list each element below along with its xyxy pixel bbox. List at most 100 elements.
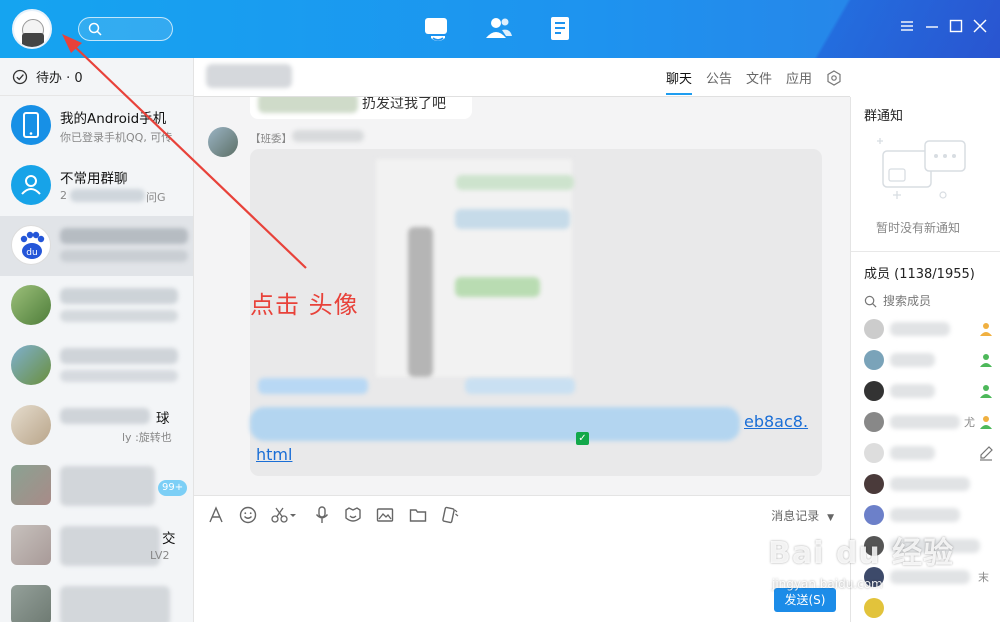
verified-icon: ✓: [576, 432, 589, 445]
search-icon: [88, 22, 102, 36]
member-row[interactable]: [864, 350, 994, 372]
avatar: [11, 585, 51, 622]
member-search-input[interactable]: 搜索成员: [864, 292, 931, 309]
contacts-icon[interactable]: [484, 14, 514, 44]
profile-avatar[interactable]: [12, 9, 52, 49]
member-row[interactable]: 尤: [864, 412, 994, 434]
redacted-preview-image: [376, 159, 572, 377]
redacted-block: [60, 228, 188, 244]
redacted-block: [455, 277, 540, 297]
avatar: [864, 474, 884, 494]
redacted-block: [890, 353, 935, 367]
redacted-block: [258, 97, 358, 113]
chat-tabs: 聊天 公告 文件 应用: [665, 58, 842, 97]
avatar: [864, 381, 884, 401]
edit-icon[interactable]: [978, 445, 994, 461]
avatar: [864, 598, 884, 618]
files-icon[interactable]: [546, 14, 576, 44]
todo-row[interactable]: 待办 · 0: [0, 58, 193, 96]
conversation-preview: 你已登录手机QQ, 可传: [60, 131, 173, 144]
settings-hex-icon[interactable]: [826, 69, 842, 86]
mic-icon[interactable]: [312, 505, 332, 525]
scissors-icon[interactable]: [270, 505, 298, 525]
redacted-block: [890, 477, 970, 491]
link-text-tail[interactable]: eb8ac8.: [744, 412, 808, 431]
folder-icon[interactable]: [408, 505, 428, 525]
redacted-block: [890, 446, 935, 460]
list-item[interactable]: 我的Android手机 你已登录手机QQ, 可传: [0, 96, 193, 156]
chat-header: 聊天 公告 文件 应用: [194, 58, 850, 97]
redacted-block: [60, 310, 178, 322]
tab-files[interactable]: 文件: [746, 68, 772, 87]
todo-label: 待办 · 0: [36, 71, 83, 86]
redacted-block: [60, 250, 188, 262]
link-text-end[interactable]: html: [256, 445, 292, 464]
send-button[interactable]: 发送(S): [774, 588, 836, 612]
list-item[interactable]: [0, 336, 193, 396]
avatar: [11, 285, 51, 325]
list-item[interactable]: [0, 276, 193, 336]
list-item[interactable]: [0, 576, 193, 622]
redacted-block: [60, 466, 155, 506]
message-input[interactable]: 发送(S): [194, 533, 850, 622]
annotation-text: 点击 头像: [250, 291, 359, 319]
redacted-block: [60, 586, 170, 622]
member-row[interactable]: [864, 443, 994, 465]
decorative-shard: [620, 0, 1000, 58]
search-icon: [864, 295, 877, 308]
notice-empty-text: 暂时没有新通知: [876, 221, 961, 235]
message-text: 扔发过我了吧: [362, 97, 446, 112]
conversation-name: 交: [162, 531, 176, 547]
conversation-name: 我的Android手机: [60, 111, 167, 127]
member-text: 尤: [964, 416, 975, 429]
member-row[interactable]: [864, 319, 994, 341]
menu-icon[interactable]: [899, 18, 915, 34]
list-item[interactable]: 交 LV2: [0, 516, 193, 576]
avatar: [11, 465, 51, 505]
list-item[interactable]: 不常用群聊 2 问G: [0, 156, 193, 216]
redacted-block: [60, 408, 150, 424]
conversation-preview: ly :旋转也: [122, 431, 172, 444]
conversation-tag: 问G: [146, 191, 166, 204]
minimize-icon[interactable]: [924, 18, 940, 34]
phone-icon: [11, 105, 51, 145]
font-icon[interactable]: [206, 505, 226, 525]
list-item[interactable]: 球 ly :旋转也: [0, 396, 193, 456]
sender-tag: 【班委】: [250, 133, 292, 145]
redacted-url: [250, 407, 740, 441]
conversation-preview: 2: [60, 189, 67, 202]
list-item[interactable]: 99+: [0, 456, 193, 516]
close-icon[interactable]: [972, 18, 988, 34]
search-box[interactable]: [78, 17, 173, 41]
member-row[interactable]: [864, 474, 994, 496]
admin-icon: [980, 416, 992, 429]
input-toolbar: 消息记录 ▼: [194, 495, 850, 533]
member-row[interactable]: [864, 598, 994, 620]
sender-avatar[interactable]: [208, 127, 238, 157]
emoji-icon[interactable]: [238, 505, 258, 525]
message-record-button[interactable]: 消息记录 ▼: [771, 507, 834, 524]
notice-title: 群通知: [864, 109, 904, 124]
chat-title-redacted: [206, 64, 292, 88]
maximize-icon[interactable]: [948, 18, 964, 34]
member-search-placeholder: 搜索成员: [883, 294, 932, 308]
sticker-icon[interactable]: [343, 505, 363, 525]
list-item-selected[interactable]: du: [0, 216, 193, 276]
member-row[interactable]: [864, 505, 994, 527]
tab-announcement[interactable]: 公告: [706, 68, 732, 87]
tab-apps[interactable]: 应用: [786, 68, 812, 87]
redacted-block: [890, 322, 950, 336]
avatar: [864, 412, 884, 432]
tab-chat[interactable]: 聊天: [665, 60, 692, 95]
image-icon[interactable]: [375, 505, 395, 525]
chat-icon[interactable]: [423, 14, 453, 44]
redacted-block: [60, 288, 178, 304]
check-circle-icon: [12, 69, 28, 84]
redacted-block: [890, 384, 935, 398]
member-row[interactable]: [864, 381, 994, 403]
shake-icon[interactable]: [440, 505, 460, 525]
avatar: [11, 525, 51, 565]
message-bubble: 扔发过我了吧: [250, 97, 472, 119]
redacted-block: [408, 227, 433, 377]
conversation-list: 待办 · 0 我的Android手机 你已登录手机QQ, 可传 不常用群聊 2 …: [0, 58, 194, 622]
